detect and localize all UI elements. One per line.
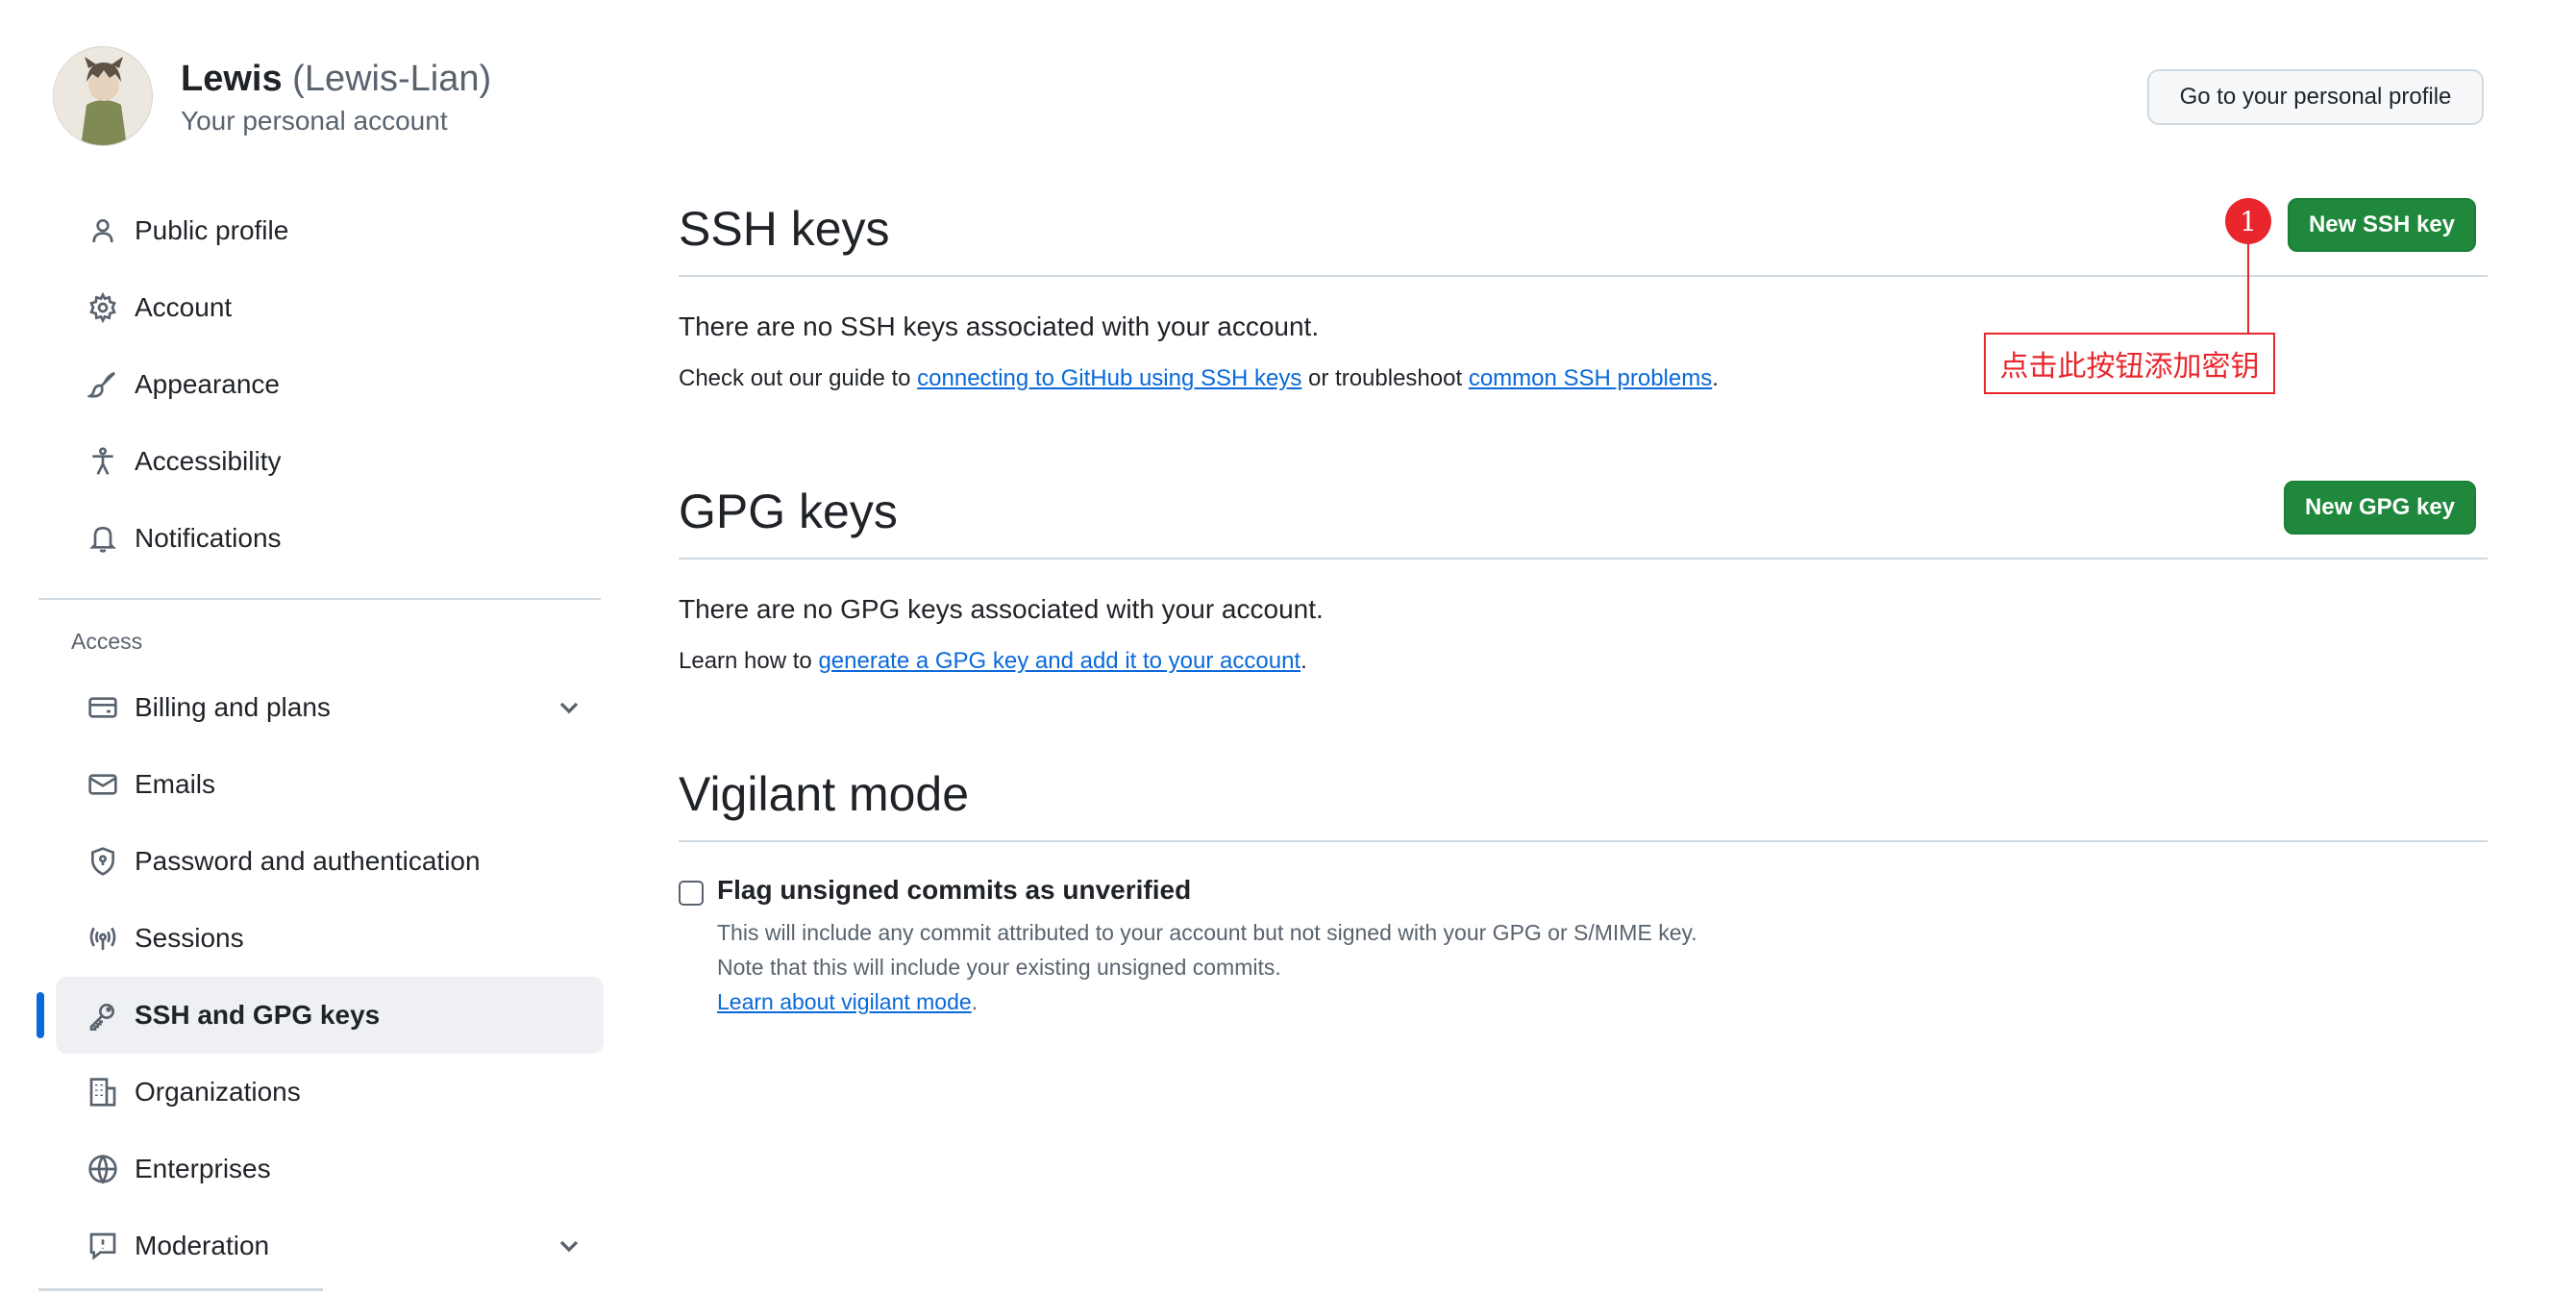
user-login: (Lewis-Lian) — [292, 59, 492, 99]
mail-icon — [87, 768, 119, 801]
sidebar-item-label: Emails — [135, 769, 216, 799]
shield-icon — [87, 845, 119, 878]
sidebar-item-notifications[interactable]: Notifications — [56, 500, 604, 577]
sidebar-item-label: Password and authentication — [135, 846, 481, 876]
sidebar-item-label: Accessibility — [135, 446, 282, 476]
key-icon — [87, 999, 119, 1032]
go-to-profile-button[interactable]: Go to your personal profile — [2147, 69, 2484, 125]
annotation-connector — [2247, 244, 2249, 333]
sidebar-item-public-profile[interactable]: Public profile — [56, 192, 604, 269]
annotation-step-badge: 1 — [2225, 198, 2271, 244]
sidebar-divider — [38, 598, 601, 600]
report-icon — [87, 1230, 119, 1262]
gpg-keys-title: GPG keys — [679, 475, 2488, 560]
sidebar-item-label: Appearance — [135, 369, 281, 399]
vigilant-mode-title: Vigilant mode — [679, 758, 2488, 842]
sidebar-item-ssh-gpg-keys[interactable]: SSH and GPG keys — [37, 977, 604, 1054]
gpg-guide-link[interactable]: generate a GPG key and add it to your ac… — [818, 648, 1300, 674]
sidebar-item-appearance[interactable]: Appearance — [56, 346, 604, 423]
vigilant-mode-section: Vigilant mode Flag unsigned commits as u… — [679, 758, 2488, 1019]
sidebar-item-label: Enterprises — [135, 1154, 271, 1183]
sidebar-item-account[interactable]: Account — [56, 269, 604, 346]
new-ssh-key-button[interactable]: New SSH key — [2288, 198, 2476, 252]
annotation-callout: 点击此按钮添加密钥 — [1984, 333, 2275, 394]
avatar-image — [54, 47, 152, 145]
broadcast-icon — [87, 922, 119, 955]
paintbrush-icon — [87, 368, 119, 401]
gpg-empty-message: There are no GPG keys associated with yo… — [679, 594, 1324, 624]
sidebar-item-label: Organizations — [135, 1077, 301, 1107]
vigilant-note-2: Note that this will include your existin… — [717, 955, 1281, 980]
account-subtitle: Your personal account — [181, 106, 448, 136]
vigilant-checkbox-label[interactable]: Flag unsigned commits as unverified — [717, 875, 2488, 906]
globe-icon — [87, 1153, 119, 1185]
gpg-help-prefix: Learn how to — [679, 648, 819, 674]
credit-card-icon — [87, 691, 119, 724]
gear-icon — [87, 291, 119, 324]
ssh-help-mid: or troubleshoot — [1301, 365, 1469, 391]
vigilant-mode-option: Flag unsigned commits as unverified This… — [679, 875, 2488, 1019]
sidebar-item-emails[interactable]: Emails — [56, 746, 604, 823]
avatar[interactable] — [53, 46, 153, 146]
sidebar-item-label: Public profile — [135, 215, 289, 245]
person-icon — [87, 214, 119, 247]
sidebar-item-enterprises[interactable]: Enterprises — [56, 1131, 604, 1207]
bell-icon — [87, 522, 119, 555]
sidebar-item-label: Account — [135, 292, 233, 322]
user-name: Lewis (Lewis-Lian) — [181, 56, 491, 102]
sidebar-item-label: Sessions — [135, 923, 244, 953]
gpg-help-suffix: . — [1300, 648, 1307, 674]
sidebar-item-sessions[interactable]: Sessions — [56, 900, 604, 977]
sidebar-bottom-divider — [38, 1288, 323, 1291]
sidebar-item-moderation[interactable]: Moderation — [56, 1207, 604, 1284]
organization-icon — [87, 1076, 119, 1108]
ssh-problems-link[interactable]: common SSH problems — [1469, 365, 1712, 391]
sidebar-group-access: Access — [71, 629, 143, 654]
ssh-help-prefix: Check out our guide to — [679, 365, 918, 391]
sidebar-item-label: SSH and GPG keys — [135, 1000, 381, 1030]
account-header: Lewis (Lewis-Lian) Your personal account — [53, 46, 491, 146]
gpg-keys-section: GPG keys New GPG key There are no GPG ke… — [679, 475, 2488, 675]
sidebar-item-accessibility[interactable]: Accessibility — [56, 423, 604, 500]
chevron-down-icon[interactable] — [554, 1231, 584, 1261]
sidebar-item-password[interactable]: Password and authentication — [56, 823, 604, 900]
sidebar-item-organizations[interactable]: Organizations — [56, 1054, 604, 1131]
chevron-down-icon[interactable] — [554, 692, 584, 723]
sidebar-item-label: Billing and plans — [135, 692, 331, 722]
sidebar-item-billing[interactable]: Billing and plans — [56, 669, 604, 746]
ssh-guide-link[interactable]: connecting to GitHub using SSH keys — [917, 365, 1301, 391]
accessibility-icon — [87, 445, 119, 478]
sidebar-item-label: Moderation — [135, 1231, 270, 1260]
user-display-name: Lewis — [181, 59, 283, 99]
active-indicator — [37, 992, 44, 1038]
vigilant-note-1: This will include any commit attributed … — [717, 920, 1697, 945]
vigilant-link-suffix: . — [971, 989, 978, 1014]
sidebar-item-label: Notifications — [135, 523, 282, 553]
ssh-keys-title: SSH keys — [679, 192, 2488, 277]
settings-sidebar: Public profile Account Appearance Access… — [37, 192, 604, 1284]
new-gpg-key-button[interactable]: New GPG key — [2284, 481, 2476, 535]
ssh-help-suffix: . — [1712, 365, 1719, 391]
vigilant-learn-link[interactable]: Learn about vigilant mode — [717, 989, 972, 1014]
vigilant-mode-checkbox[interactable] — [679, 881, 704, 906]
gpg-help-text: Learn how to generate a GPG key and add … — [679, 648, 2488, 675]
main-content: SSH keys New SSH key There are no SSH ke… — [679, 192, 2488, 1019]
